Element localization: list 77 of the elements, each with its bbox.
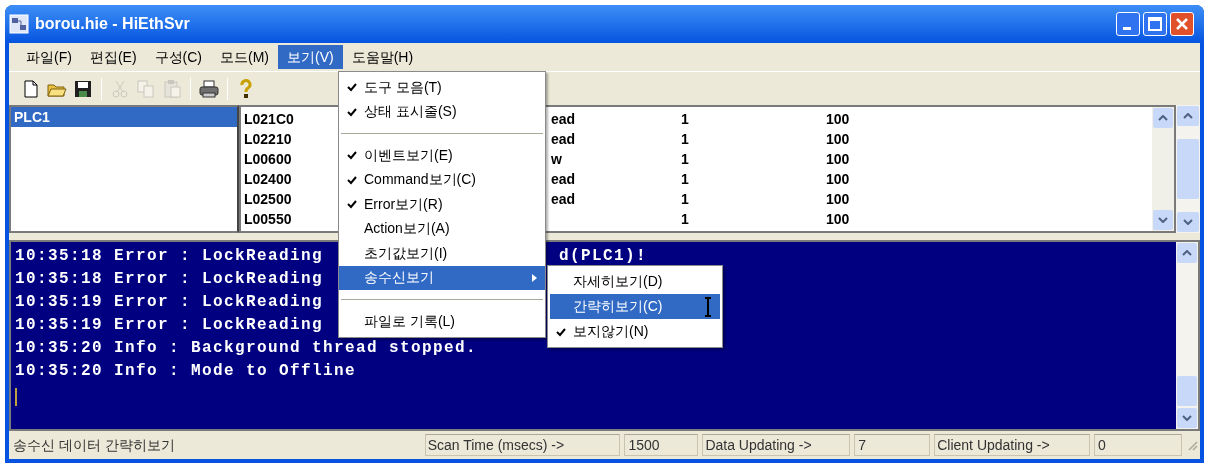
table-cell: 100 xyxy=(826,191,850,207)
table-cell: L02210 xyxy=(244,131,292,147)
log-line: d(PLC1)! xyxy=(559,245,648,267)
log-line: 10:35:20 Info : Background thread stopped. xyxy=(15,337,478,359)
menu-item[interactable]: 초기값보기(I) xyxy=(339,241,545,266)
status-message: 송수신 데이터 간략히보기 xyxy=(12,435,176,455)
log-line: 10:35:19 Error : LockReading xyxy=(15,314,324,336)
scroll-up-button[interactable] xyxy=(1153,108,1173,128)
minimize-icon xyxy=(1123,27,1133,31)
tree-item[interactable]: PLC1 xyxy=(11,107,237,127)
new-file-icon[interactable] xyxy=(21,78,41,99)
scroll-thumb[interactable] xyxy=(1177,139,1199,199)
resize-grip-icon[interactable] xyxy=(1186,439,1198,451)
close-button[interactable] xyxy=(1170,12,1194,36)
menu-item[interactable]: 도움말(H) xyxy=(342,45,423,69)
table-cell: 100 xyxy=(826,211,850,227)
table-cell: w xyxy=(551,151,562,167)
menu-item[interactable]: 파일로 기록(L) xyxy=(339,309,545,334)
log-line: 10:35:18 Error : LockReading xyxy=(15,245,324,267)
menu-item[interactable]: 파일(F) xyxy=(17,45,81,69)
table-cell: 1 xyxy=(681,171,689,187)
table-cell: 100 xyxy=(826,131,850,147)
table-cell: L021C0 xyxy=(244,111,294,127)
table-cell: ead xyxy=(551,131,576,147)
table-cell: L00550 xyxy=(244,211,292,227)
menu-item[interactable]: 간략히보기(C) xyxy=(550,294,720,319)
scroll-thumb[interactable] xyxy=(1177,376,1197,406)
text-cursor-icon xyxy=(704,296,712,317)
menu-item[interactable]: 이벤트보기(E) xyxy=(339,143,545,168)
scroll-down-button[interactable] xyxy=(1153,210,1173,230)
table-cell: 1 xyxy=(681,111,689,127)
menu-item[interactable]: 자세히보기(D) xyxy=(550,269,720,294)
app-icon xyxy=(9,14,29,34)
scroll-up-button[interactable] xyxy=(1177,106,1199,126)
table-cell: ead xyxy=(551,191,576,207)
menu-item[interactable]: Error보기(R) xyxy=(339,192,545,217)
window-title: borou.hie - HiEthSvr xyxy=(35,14,191,34)
status-value: 7 xyxy=(854,434,931,456)
table-cell: L02500 xyxy=(244,191,292,207)
maximize-icon xyxy=(1148,17,1162,31)
menu-item[interactable]: 보기(V) xyxy=(278,45,343,69)
status-label: Scan Time (msecs) -> xyxy=(424,434,621,456)
menu-item[interactable]: 도구 모음(T) xyxy=(339,75,545,100)
text-caret xyxy=(15,388,17,406)
log-line: 10:35:19 Error : LockReading xyxy=(15,291,324,313)
status-label: Data Updating -> xyxy=(702,434,851,456)
minimize-button[interactable] xyxy=(1116,12,1140,36)
table-cell: 100 xyxy=(826,111,850,127)
status-label: Client Updating -> xyxy=(934,434,1091,456)
table-cell: 100 xyxy=(826,171,850,187)
table-cell: 1 xyxy=(681,211,689,227)
menu-item[interactable]: 편집(E) xyxy=(80,45,146,69)
table-cell: 1 xyxy=(681,131,689,147)
log-line: 10:35:18 Error : LockReading xyxy=(15,268,324,290)
menu-item[interactable]: 송수신보기 xyxy=(339,265,545,290)
printer-icon[interactable] xyxy=(199,78,219,99)
table-cell: ead xyxy=(551,111,576,127)
table-cell: 1 xyxy=(681,191,689,207)
log-line: 10:35:20 Info : Mode to Offline xyxy=(15,360,357,382)
status-value: 1500 xyxy=(624,434,699,456)
menu-item[interactable]: 구성(C) xyxy=(145,45,211,69)
table-cell: 100 xyxy=(826,151,850,167)
table-cell: L02400 xyxy=(244,171,292,187)
table-cell: L00600 xyxy=(244,151,292,167)
scroll-down-button[interactable] xyxy=(1177,212,1199,232)
status-value: 0 xyxy=(1094,434,1182,456)
scroll-up-button[interactable] xyxy=(1177,243,1197,263)
menu-item[interactable]: 상태 표시줄(S) xyxy=(339,99,545,124)
close-icon xyxy=(1175,17,1189,31)
menu-item[interactable]: Command보기(C) xyxy=(339,167,545,192)
scroll-down-button[interactable] xyxy=(1177,408,1197,428)
menu-item[interactable]: 모드(M) xyxy=(211,45,278,69)
table-cell: 1 xyxy=(681,151,689,167)
menu-item[interactable]: 보지않기(N) xyxy=(550,319,720,344)
maximize-button[interactable] xyxy=(1143,12,1167,36)
menu-item[interactable]: Action보기(A) xyxy=(339,216,545,241)
table-cell: ead xyxy=(551,171,576,187)
